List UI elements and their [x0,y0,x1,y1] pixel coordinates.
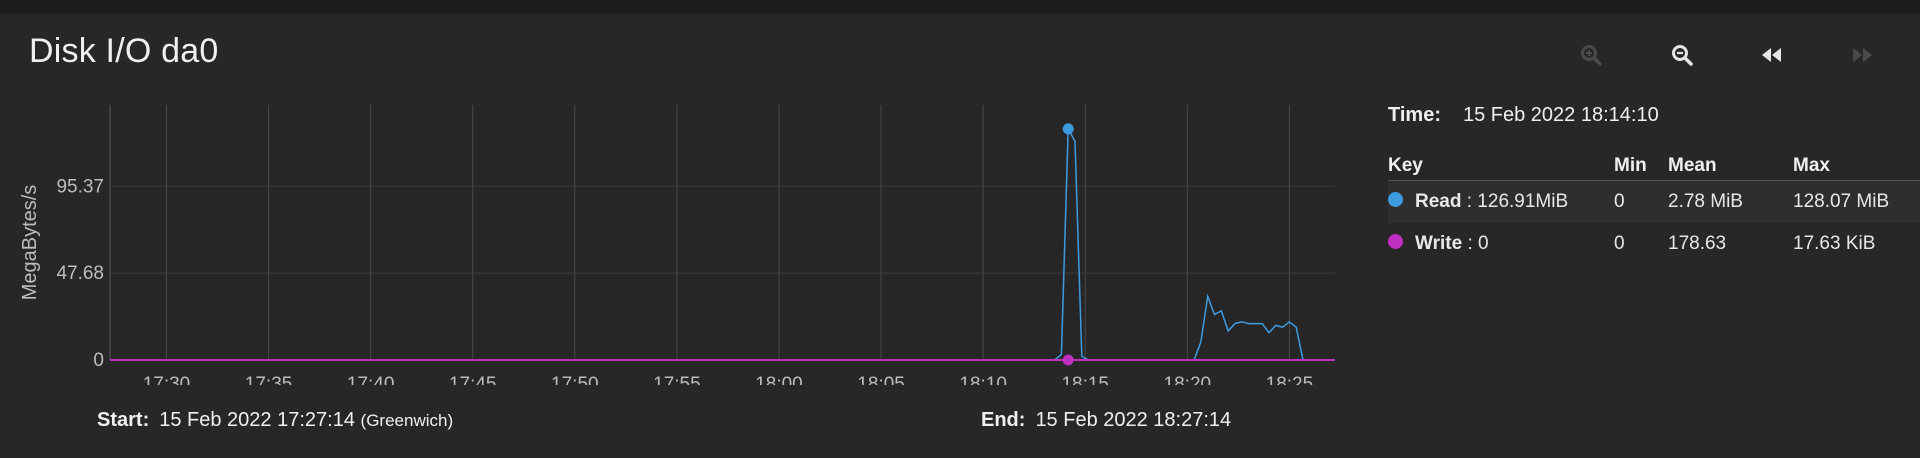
legend-current-read: : 126.91MiB [1466,191,1569,212]
legend-current-write: : 0 [1467,233,1489,254]
page-title: Disk I/O da0 [29,32,219,70]
legend-table: Key Min Mean Max Read : 126.91MiB 0 2.78… [1388,152,1920,265]
x-tick-label: 18:00 [755,374,803,385]
chart-svg[interactable]: 17:30 17:35 17:40 17:45 17:50 17:55 18:00 18:05… [0,95,1350,395]
y-axis-title: MegaBytes/s [19,185,41,301]
end-label: End: [981,409,1026,431]
y-tick-label: 47.68 [56,263,104,284]
rewind-icon [1762,48,1781,62]
legend-min-write: 0 [1614,233,1625,254]
marker-write [1062,354,1074,366]
top-strip [0,0,1920,14]
marker-read [1062,123,1074,135]
time-readout: Time: 15 Feb 2022 18:14:10 [1388,104,1659,127]
legend-mean-write: 178.63 [1668,233,1727,254]
x-tick-label: 17:30 [143,374,191,385]
chart-toolbar [1560,40,1900,70]
legend-name-write: Write [1415,233,1463,254]
legend-key-write: Write : 0 [1388,223,1489,265]
x-tick-label: 18:20 [1164,374,1212,385]
legend-row-write[interactable]: Write : 0 0 178.63 17.63 KiB [1388,223,1920,265]
x-tick-label: 17:35 [245,374,293,385]
legend-header-min: Min [1614,155,1647,176]
write-color-dot [1388,234,1403,250]
legend-header: Key Min Mean Max [1388,152,1920,181]
start-value: 15 Feb 2022 17:27:14 [159,409,355,431]
x-tick-label: 18:15 [1061,374,1109,385]
legend-header-mean: Mean [1668,155,1717,176]
legend-row-read[interactable]: Read : 126.91MiB 0 2.78 MiB 128.07 MiB [1388,181,1920,223]
plot-area [110,105,1335,360]
zoom-out-button[interactable] [1666,40,1698,70]
x-tick-label: 17:45 [449,374,497,385]
x-tick-label: 17:55 [653,374,701,385]
range-start: Start: 15 Feb 2022 17:27:14 (Greenwich) [97,409,453,432]
x-tick-label: 18:10 [959,374,1007,385]
legend-mean-read: 2.78 MiB [1668,191,1743,212]
time-value: 15 Feb 2022 18:14:10 [1462,104,1659,126]
x-tick-label: 18:25 [1266,374,1314,385]
y-tick-label: 0 [93,350,104,371]
zoom-in-icon [1581,45,1602,66]
fast-forward-button[interactable] [1846,40,1878,70]
end-value: 15 Feb 2022 18:27:14 [1035,409,1232,431]
x-tick-label: 17:40 [347,374,395,385]
legend-max-write: 17.63 KiB [1793,233,1876,254]
start-label: Start: [97,409,150,431]
read-color-dot [1388,192,1403,208]
time-label: Time: [1388,104,1441,126]
legend-max-read: 128.07 MiB [1793,191,1890,212]
disk-io-chart[interactable]: 17:30 17:35 17:40 17:45 17:50 17:55 18:00 18:05… [0,95,1350,395]
legend-key-read: Read : 126.91MiB [1388,181,1568,223]
legend-name-read: Read [1415,191,1462,212]
legend-header-max: Max [1793,155,1830,176]
zoom-in-button[interactable] [1575,40,1607,70]
y-tick-label: 95.37 [56,176,104,197]
rewind-button[interactable] [1756,40,1788,70]
legend-header-key: Key [1388,155,1423,176]
zoom-out-icon [1672,45,1693,66]
fast-forward-icon [1853,48,1872,62]
x-tick-label: 18:05 [857,374,905,385]
range-end: End: 15 Feb 2022 18:27:14 [981,409,1231,432]
start-timezone: (Greenwich) [360,411,454,430]
legend-min-read: 0 [1614,191,1625,212]
x-tick-label: 17:50 [551,374,599,385]
